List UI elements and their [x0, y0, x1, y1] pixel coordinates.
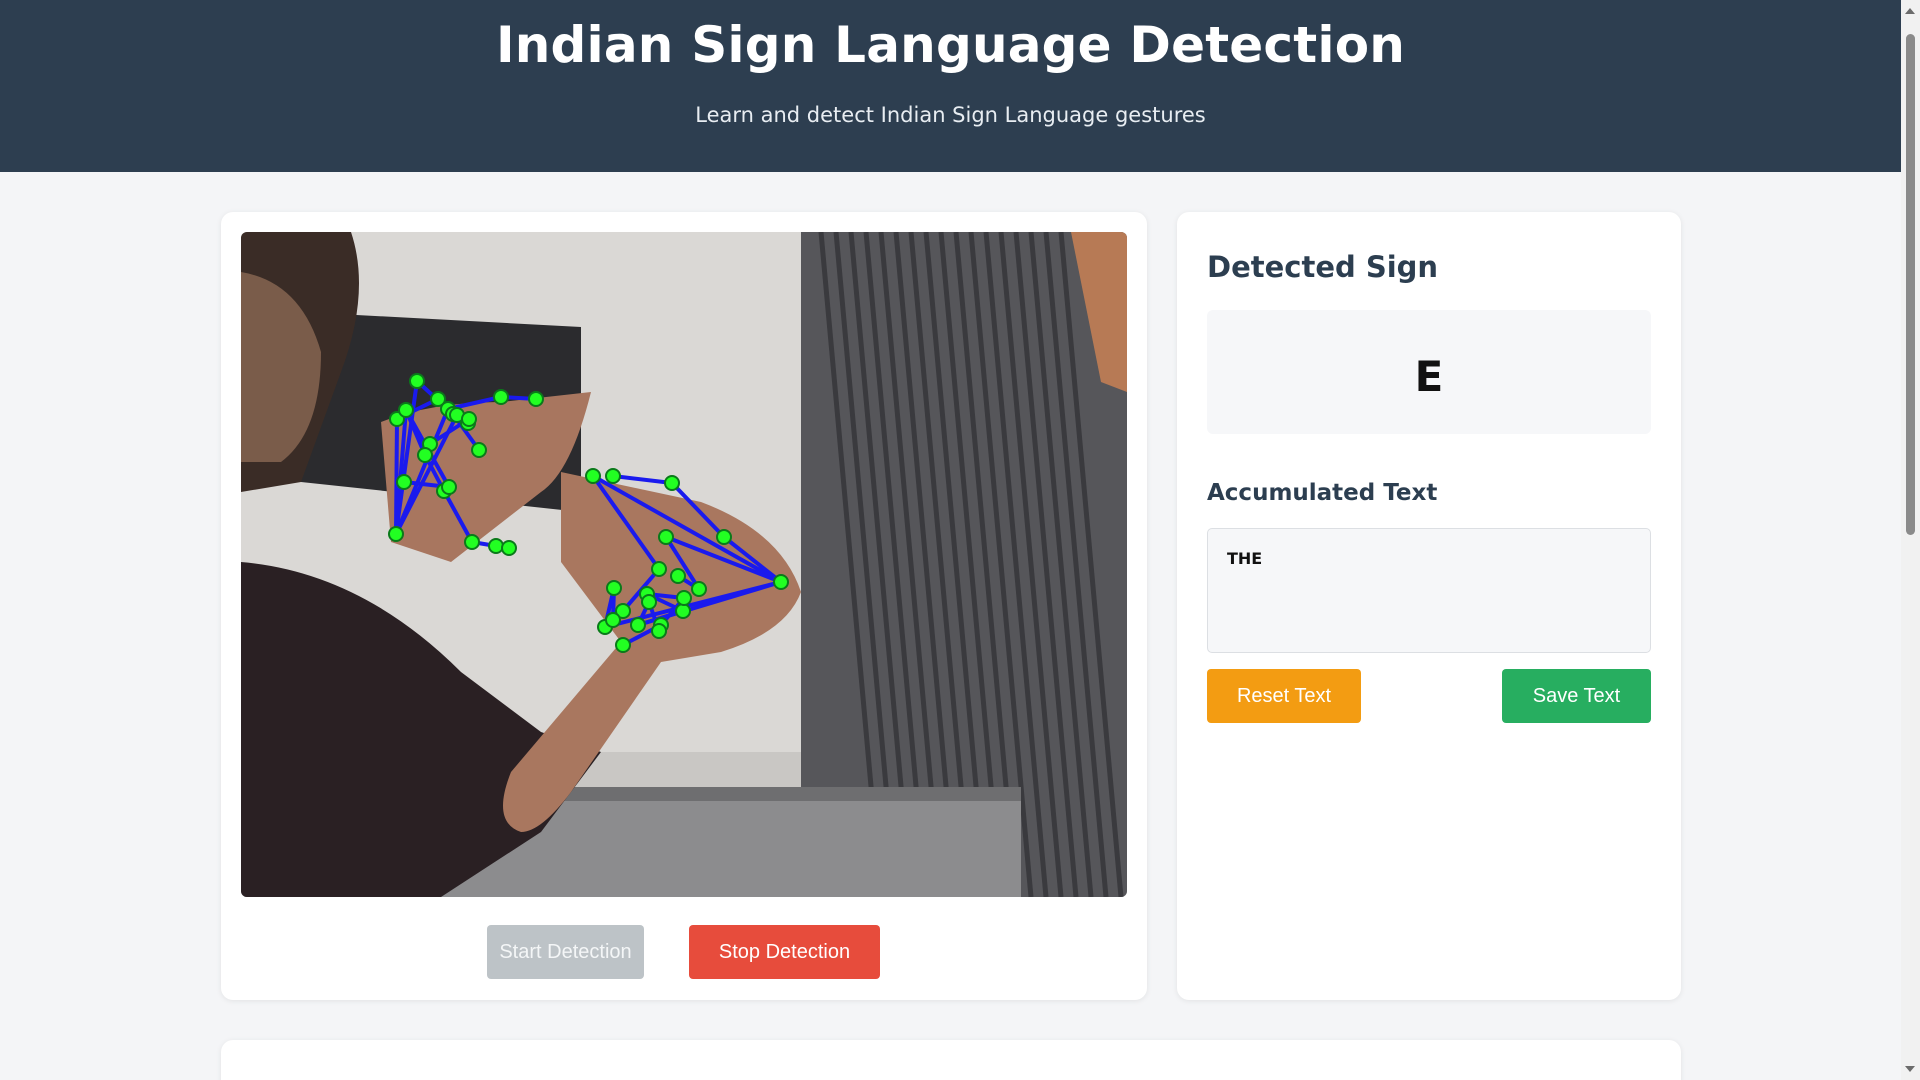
hand-landmark-point: [675, 603, 691, 619]
accumulated-text-box: THE: [1207, 528, 1651, 653]
hand-landmark-point: [605, 468, 621, 484]
bottom-card: [221, 1040, 1681, 1080]
detected-sign-value: E: [1414, 352, 1444, 401]
scroll-down-arrow-icon[interactable]: [1905, 1066, 1915, 1072]
hand-landmark-point: [464, 534, 480, 550]
hand-landmark-point: [691, 581, 707, 597]
hand-landmark-point: [676, 590, 692, 606]
hand-landmark-point: [615, 637, 631, 653]
page-subtitle: Learn and detect Indian Sign Language ge…: [695, 103, 1206, 127]
hand-landmark-point: [716, 529, 732, 545]
accumulated-text-heading: Accumulated Text: [1207, 480, 1438, 506]
hand-landmark-point: [658, 529, 674, 545]
reset-text-button[interactable]: Reset Text: [1207, 669, 1361, 723]
page-title: Indian Sign Language Detection: [495, 16, 1406, 74]
hand-landmark-point: [430, 391, 446, 407]
hand-landmark-point: [651, 561, 667, 577]
save-text-button[interactable]: Save Text: [1502, 669, 1651, 723]
hand-landmark-point: [493, 389, 509, 405]
hand-landmark-point: [417, 447, 433, 463]
hand-landmark-point: [388, 526, 404, 542]
scroll-up-arrow-icon[interactable]: [1905, 8, 1915, 14]
hand-landmark-point: [461, 411, 477, 427]
hand-landmark-point: [606, 580, 622, 596]
hand-landmark-point: [441, 479, 457, 495]
hand-landmark-point: [585, 468, 601, 484]
page-scrollbar[interactable]: [1901, 0, 1920, 1080]
hand-landmark-point: [630, 617, 646, 633]
accumulated-text-value: THE: [1227, 549, 1263, 568]
webcam-feed: [241, 232, 1127, 897]
hand-landmark-point: [773, 574, 789, 590]
hand-landmark-point: [528, 391, 544, 407]
hand-landmark-point: [664, 475, 680, 491]
start-detection-button[interactable]: Start Detection: [487, 925, 644, 979]
hand-landmark-point: [670, 568, 686, 584]
hand-landmark-point: [605, 612, 621, 628]
stop-detection-button[interactable]: Stop Detection: [689, 925, 880, 979]
hand-landmark-point: [641, 594, 657, 610]
camera-card: Start Detection Stop Detection: [221, 212, 1147, 1000]
hand-landmark-point: [409, 373, 425, 389]
detected-sign-box: E: [1207, 310, 1651, 434]
hand-landmark-point: [396, 474, 412, 490]
hand-landmark-point: [501, 540, 517, 556]
hand-landmark-point: [651, 623, 667, 639]
detected-sign-heading: Detected Sign: [1207, 250, 1439, 284]
hand-landmark-point: [471, 442, 487, 458]
hand-landmark-point: [398, 402, 414, 418]
results-card: Detected Sign E Accumulated Text THE Res…: [1177, 212, 1681, 1000]
page-header: Indian Sign Language Detection Learn and…: [0, 0, 1901, 172]
hand-landmark-point: [488, 538, 504, 554]
scrollbar-thumb[interactable]: [1906, 34, 1915, 535]
